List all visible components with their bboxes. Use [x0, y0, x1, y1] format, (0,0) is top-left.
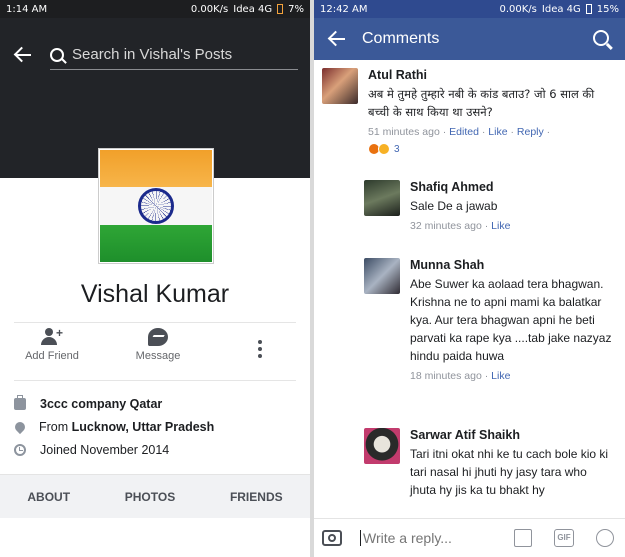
- divider: [14, 322, 296, 323]
- message-label: Message: [135, 350, 181, 362]
- reply-input[interactable]: [360, 530, 480, 546]
- from-place: Lucknow, Uttar Pradesh: [71, 419, 215, 434]
- more-options-button[interactable]: [252, 340, 268, 358]
- battery-icon: [277, 4, 284, 14]
- hometown-info[interactable]: From Lucknow, Uttar Pradesh: [12, 415, 304, 438]
- edited-link[interactable]: Edited: [449, 126, 479, 138]
- ashoka-chakra-icon: [138, 187, 174, 224]
- profile-intro: 3ccc company Qatar From Lucknow, Uttar P…: [12, 392, 304, 461]
- comment-item: Atul Rathi अब मे तुमहे तुम्हारे नबी के क…: [322, 68, 612, 155]
- network-name: Idea 4G: [541, 3, 581, 15]
- reply-button[interactable]: Reply: [517, 126, 544, 138]
- comments-app-bar: Comments: [314, 18, 625, 60]
- avatar[interactable]: [364, 258, 400, 294]
- sad-reaction-icon: [378, 143, 390, 155]
- clock-icon: [14, 443, 26, 456]
- comment-text: Sale De a jawab: [410, 199, 498, 213]
- status-bar: 1:14 AM 0.00K/s Idea 4G 7%: [0, 0, 310, 18]
- comment-meta: 51 minutes ago · Edited · Like · Reply ·: [368, 126, 551, 138]
- comment-item: Shafiq Ahmed Sale De a jawab 32 minutes …: [364, 180, 614, 232]
- like-button[interactable]: Like: [488, 126, 507, 138]
- add-friend-icon: +: [41, 327, 63, 346]
- tab-about[interactable]: ABOUT: [27, 490, 70, 504]
- sticker-smiley-icon[interactable]: [596, 529, 614, 547]
- work-text: 3ccc company Qatar: [40, 396, 163, 411]
- from-prefix: From: [39, 419, 72, 434]
- network-name: Idea 4G: [233, 3, 273, 15]
- profile-actions: + Add Friend Message: [0, 327, 310, 372]
- more-vertical-icon: [252, 340, 268, 358]
- reactions-summary[interactable]: 3: [368, 143, 612, 155]
- message-button[interactable]: Message: [128, 328, 188, 362]
- battery-level: 7%: [288, 3, 304, 15]
- avatar[interactable]: [364, 180, 400, 216]
- commenter-name[interactable]: Munna Shah: [410, 258, 614, 272]
- comment-text: Abe Suwer ka aolaad tera bhagwan. Krishn…: [410, 277, 612, 363]
- page-title: Comments: [362, 30, 440, 47]
- work-info[interactable]: 3ccc company Qatar: [14, 392, 304, 415]
- commenter-name[interactable]: Atul Rathi: [368, 68, 612, 82]
- comment-text: अब मे तुमहे तुम्हारे नबी के कांड बताउ? ज…: [368, 87, 595, 119]
- commenter-name[interactable]: Sarwar Atif Shaikh: [410, 428, 614, 442]
- messenger-icon: [148, 328, 168, 346]
- comment-item: Sarwar Atif Shaikh Tari itni okat nhi ke…: [364, 428, 614, 499]
- add-friend-button[interactable]: + Add Friend: [22, 327, 82, 362]
- comment-time: 32 minutes ago: [410, 220, 482, 232]
- tab-photos[interactable]: PHOTOS: [125, 490, 175, 504]
- network-speed: 0.00K/s: [499, 3, 537, 15]
- commenter-name[interactable]: Shafiq Ahmed: [410, 180, 510, 194]
- search-icon: [50, 47, 64, 62]
- add-friend-label: Add Friend: [25, 350, 79, 362]
- search-input[interactable]: Search in Vishal's Posts: [50, 40, 298, 70]
- location-pin-icon: [12, 419, 28, 434]
- back-arrow-icon[interactable]: [328, 30, 346, 48]
- camera-icon[interactable]: [322, 530, 342, 546]
- joined-info: Joined November 2014: [14, 438, 304, 461]
- reply-composer: GIF: [314, 518, 625, 557]
- back-arrow-icon[interactable]: [14, 46, 32, 64]
- avatar[interactable]: [364, 428, 400, 464]
- joined-text: Joined November 2014: [40, 442, 170, 457]
- comments-screen: 12:42 AM 0.00K/s Idea 4G 15% Comments At…: [314, 0, 625, 557]
- comment-item: Munna Shah Abe Suwer ka aolaad tera bhag…: [364, 258, 614, 382]
- comment-meta: 32 minutes ago · Like: [410, 220, 511, 232]
- profile-tabs: ABOUT PHOTOS FRIENDS: [0, 474, 310, 518]
- divider: [14, 380, 296, 381]
- comment-time: 51 minutes ago: [368, 126, 440, 138]
- profile-screen: 1:14 AM 0.00K/s Idea 4G 7% Search in Vis…: [0, 0, 310, 557]
- like-button[interactable]: Like: [491, 370, 510, 382]
- comment-text: Tari itni okat nhi ke tu cach bole kio k…: [410, 447, 609, 497]
- status-time: 1:14 AM: [6, 3, 48, 15]
- avatar[interactable]: [322, 68, 358, 104]
- battery-level: 15%: [596, 3, 619, 15]
- network-speed: 0.00K/s: [190, 3, 229, 15]
- reaction-count: 3: [394, 143, 400, 155]
- keyboard-language-icon[interactable]: [514, 529, 532, 547]
- comment-meta: 18 minutes ago · Like: [410, 370, 511, 382]
- battery-icon: [585, 4, 592, 14]
- indian-flag-image: [100, 150, 212, 262]
- status-bar: 12:42 AM 0.00K/s Idea 4G 15%: [314, 0, 625, 18]
- profile-picture[interactable]: [98, 148, 214, 264]
- gif-button[interactable]: GIF: [554, 529, 574, 547]
- comment-time: 18 minutes ago: [410, 370, 482, 382]
- search-placeholder: Search in Vishal's Posts: [72, 46, 233, 63]
- profile-name: Vishal Kumar: [80, 280, 230, 308]
- briefcase-icon: [14, 394, 26, 410]
- like-button[interactable]: Like: [491, 220, 510, 232]
- tab-friends[interactable]: FRIENDS: [230, 490, 283, 504]
- status-time: 12:42 AM: [320, 3, 368, 15]
- search-icon[interactable]: [593, 30, 609, 46]
